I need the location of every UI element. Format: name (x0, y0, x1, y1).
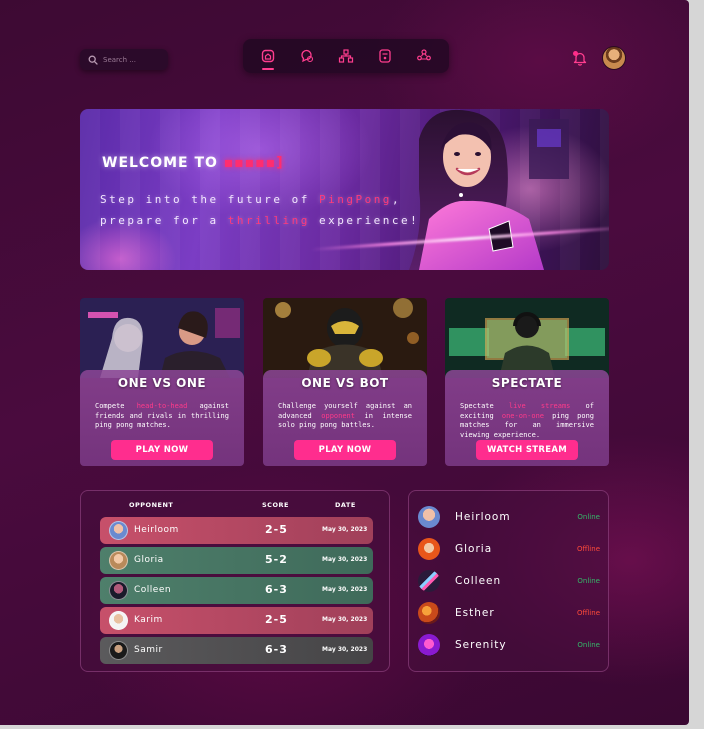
user-avatar[interactable] (602, 46, 626, 70)
header-date: DATE (335, 501, 356, 509)
opponent-avatar (109, 641, 128, 660)
match-date: May 30, 2023 (322, 526, 368, 533)
match-history-panel: OPPONENT SCORE DATE Heirloom 2-5 May 30,… (80, 490, 390, 672)
opponent-avatar (109, 581, 128, 600)
status-badge: Offline (577, 545, 600, 553)
friend-avatar (418, 570, 440, 592)
friend-avatar (418, 634, 440, 656)
search-input[interactable] (103, 55, 163, 64)
friend-avatar (418, 538, 440, 560)
play-one-vs-one-button[interactable]: PLAY NOW (111, 440, 213, 460)
notifications-button[interactable] (570, 48, 590, 68)
app-window: WELCOME TO ▪▪▪▪▪] Step into the future o… (0, 0, 689, 725)
card-title: SPECTATE (491, 376, 563, 390)
friends-panel: Heirloom Online Gloria Offline Colleen O… (408, 490, 609, 672)
search-box[interactable] (80, 49, 168, 70)
card-body: ONE VS ONE Compete head-to-head against … (80, 370, 244, 466)
main-nav (243, 39, 449, 73)
match-score: 2-5 (265, 523, 288, 536)
tournament-icon (338, 49, 354, 63)
notification-dot (573, 51, 578, 56)
nav-friends[interactable] (409, 41, 439, 71)
list-item[interactable]: Serenity Online (417, 632, 602, 658)
nav-game[interactable] (370, 41, 400, 71)
nav-tournament[interactable] (331, 41, 361, 71)
friends-icon (416, 49, 431, 61)
card-description: Challenge yourself against an advanced o… (278, 402, 412, 429)
card-body: ONE VS BOT Challenge yourself against an… (263, 370, 427, 466)
opponent-name: Gloria (134, 555, 164, 565)
friend-name: Colleen (455, 575, 502, 587)
card-description: Compete head-to-head against friends and… (95, 402, 230, 429)
list-item[interactable]: Esther Offline (417, 600, 602, 626)
table-row[interactable]: Gloria 5-2 May 30, 2023 (100, 547, 373, 574)
card-title: ONE VS BOT (301, 376, 389, 390)
home-icon (262, 49, 275, 63)
card-body: SPECTATE Spectate live streams of exciti… (445, 370, 609, 466)
list-item[interactable]: Heirloom Online (417, 504, 602, 530)
friend-name: Serenity (455, 639, 507, 651)
chat-icon (301, 49, 314, 63)
one-vs-bot-illustration (263, 298, 427, 378)
hero-banner: WELCOME TO ▪▪▪▪▪] Step into the future o… (80, 109, 609, 270)
table-row[interactable]: Colleen 6-3 May 30, 2023 (100, 577, 373, 604)
nav-home[interactable] (253, 41, 283, 71)
match-score: 5-2 (265, 553, 288, 566)
match-date: May 30, 2023 (322, 616, 368, 623)
opponent-name: Karim (134, 615, 163, 625)
one-vs-one-illustration (80, 298, 244, 378)
mode-card-spectate: SPECTATE Spectate live streams of exciti… (445, 298, 609, 466)
watch-stream-button[interactable]: WATCH STREAM (476, 440, 578, 460)
match-date: May 30, 2023 (322, 586, 368, 593)
friend-name: Gloria (455, 543, 493, 555)
match-date: May 30, 2023 (322, 646, 368, 653)
friend-avatar (418, 602, 440, 624)
opponent-name: Samir (134, 645, 163, 655)
opponent-name: Heirloom (134, 525, 179, 535)
hero-title: WELCOME TO ▪▪▪▪▪] (102, 155, 284, 171)
opponent-avatar (109, 521, 128, 540)
spectate-illustration (445, 298, 609, 378)
card-description: Spectate live streams of exciting one-on… (460, 402, 594, 439)
opponent-avatar (109, 551, 128, 570)
nav-chat[interactable] (292, 41, 322, 71)
opponent-name: Colleen (134, 585, 172, 595)
game-icon (379, 49, 391, 63)
search-icon (88, 55, 98, 65)
match-date: May 30, 2023 (322, 556, 368, 563)
status-badge: Online (577, 641, 600, 649)
mode-card-one-vs-bot: ONE VS BOT Challenge yourself against an… (263, 298, 427, 466)
friend-name: Esther (455, 607, 495, 619)
mode-card-one-vs-one: ONE VS ONE Compete head-to-head against … (80, 298, 244, 466)
friend-name: Heirloom (455, 511, 511, 523)
header-opponent: OPPONENT (129, 501, 174, 509)
match-score: 2-5 (265, 613, 288, 626)
match-score: 6-3 (265, 583, 288, 596)
table-row[interactable]: Karim 2-5 May 30, 2023 (100, 607, 373, 634)
hero-title-accent: ▪▪▪▪▪] (223, 155, 284, 171)
list-item[interactable]: Colleen Online (417, 568, 602, 594)
match-score: 6-3 (265, 643, 288, 656)
hero-tagline: Step into the future of PingPong, prepar… (100, 193, 420, 227)
play-one-vs-bot-button[interactable]: PLAY NOW (294, 440, 396, 460)
card-title: ONE VS ONE (117, 376, 207, 390)
list-item[interactable]: Gloria Offline (417, 536, 602, 562)
table-row[interactable]: Heirloom 2-5 May 30, 2023 (100, 517, 373, 544)
header-score: SCORE (262, 501, 289, 509)
friend-avatar (418, 506, 440, 528)
status-badge: Online (577, 577, 600, 585)
table-row[interactable]: Samir 6-3 May 30, 2023 (100, 637, 373, 664)
status-badge: Offline (577, 609, 600, 617)
opponent-avatar (109, 611, 128, 630)
status-badge: Online (577, 513, 600, 521)
